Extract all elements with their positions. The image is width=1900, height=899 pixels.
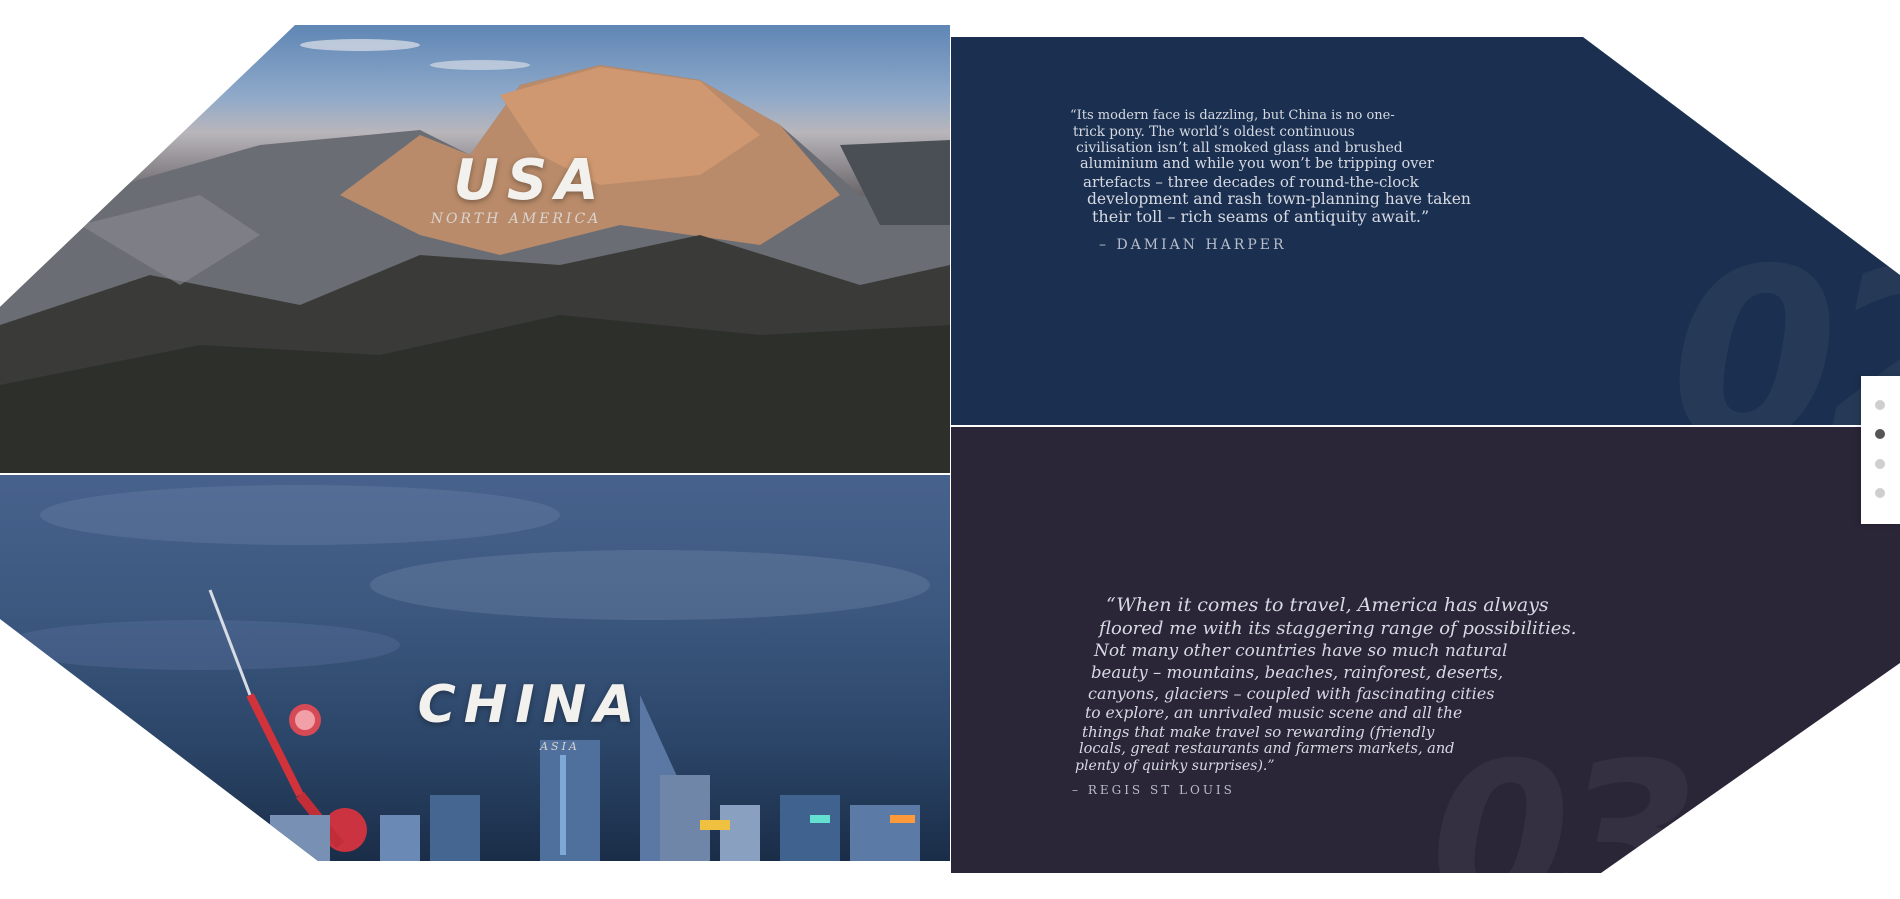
slide-title-china: CHINA <box>417 675 643 735</box>
mountain-landscape-image <box>0 39 950 473</box>
slide-title-usa: USA <box>453 148 607 213</box>
slide-number-03: 03 <box>1431 720 1699 874</box>
quote-panel-china: 02 “Its modern face is dazzling, but Chi… <box>951 37 1900 425</box>
quote-line: beauty – mountains, beaches, rainforest,… <box>1091 663 1504 682</box>
quote-line: development and rash town-planning have … <box>1087 190 1471 208</box>
quote-author-china: – DAMIAN HARPER <box>1099 237 1287 253</box>
quote-line: canyons, glaciers – coupled with fascina… <box>1088 684 1495 703</box>
quote-line: plenty of quirky surprises).” <box>1075 758 1275 774</box>
quote-line: civilisation isn’t all smoked glass and … <box>1076 140 1403 156</box>
quote-line: floored me with its staggering range of … <box>1099 618 1577 639</box>
quote-line: to explore, an unrivaled music scene and… <box>1085 704 1463 722</box>
pagination-dot-2[interactable] <box>1875 429 1885 439</box>
quote-line: their toll – rich seams of antiquity awa… <box>1092 207 1430 226</box>
quote-line: things that make travel so rewarding (fr… <box>1082 723 1435 741</box>
quote-line: “Its modern face is dazzling, but China … <box>1070 108 1395 123</box>
quote-author-usa: – REGIS ST LOUIS <box>1072 783 1235 797</box>
pagination-dot-1[interactable] <box>1875 400 1885 410</box>
quote-line: trick pony. The world’s oldest continuou… <box>1073 124 1355 140</box>
china-slide-image: CHINA ASIA <box>0 475 950 861</box>
slide-pagination <box>1861 376 1900 524</box>
pagination-dot-4[interactable] <box>1875 488 1885 498</box>
pagination-dot-3[interactable] <box>1875 459 1885 469</box>
quote-line: artefacts – three decades of round-the-c… <box>1083 173 1419 191</box>
slide-subtitle-china: ASIA <box>540 740 580 753</box>
slide-subtitle-usa: NORTH AMERICA <box>430 211 602 227</box>
quote-line: aluminium and while you won’t be trippin… <box>1080 156 1434 172</box>
quote-line: Not many other countries have so much na… <box>1094 641 1508 661</box>
usa-slide-image: USA NORTH AMERICA <box>0 25 950 473</box>
quote-line: locals, great restaurants and farmers ma… <box>1079 741 1455 757</box>
city-skyline-image <box>0 485 930 861</box>
quote-panel-usa: 03 “When it comes to travel, America has… <box>951 427 1900 873</box>
quote-line: “When it comes to travel, America has al… <box>1106 594 1549 616</box>
